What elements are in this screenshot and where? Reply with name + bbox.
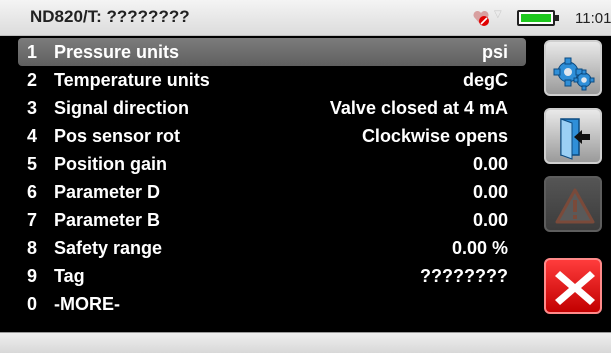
row-value: Clockwise opens [361,126,508,146]
clock: 11:01 [575,10,611,27]
row-number: 7 [27,210,38,230]
param-row-pos-sensor-rot[interactable]: 4 Pos sensor rot Clockwise opens [18,122,526,150]
row-value: Valve closed at 4 mA [329,98,508,118]
row-number: 1 [27,42,38,62]
row-label: Position gain [54,154,168,174]
row-number: 5 [27,154,38,174]
exit-button[interactable] [544,108,602,164]
param-row-parameter-b[interactable]: 7 Parameter B 0.00 [18,206,526,234]
param-row-safety-range[interactable]: 8 Safety range 0.00 % [18,234,526,262]
row-label: Safety range [54,238,163,258]
param-row-parameter-d[interactable]: 6 Parameter D 0.00 [18,178,526,206]
warning-button[interactable] [544,176,602,232]
exit-door-arrow-icon [560,118,590,160]
param-row-pressure-units[interactable]: 1 Pressure units psi [18,38,526,66]
row-value: 0.00 [472,154,508,174]
row-value: psi [481,42,508,62]
row-label: Parameter B [54,210,161,230]
row-value: degC [463,70,508,90]
no-heartbeat-icon [473,10,489,26]
row-number: 2 [27,70,38,90]
row-label: Signal direction [54,98,190,118]
row-number: 3 [27,98,38,118]
row-number: 0 [27,294,38,314]
row-label: -MORE- [54,294,120,314]
param-row-temperature-units[interactable]: 2 Temperature units degC [18,66,526,94]
row-value: 0.00 % [451,238,508,258]
battery-icon [517,10,559,26]
row-label: Pressure units [54,42,180,62]
param-row-position-gain[interactable]: 5 Position gain 0.00 [18,150,526,178]
row-number: 4 [27,126,38,146]
close-button[interactable] [544,258,602,314]
close-x-icon [555,271,595,305]
row-value: 0.00 [472,210,508,230]
param-row-tag[interactable]: 9 Tag ???????? [18,262,526,290]
param-row-signal-direction[interactable]: 3 Signal direction Valve closed at 4 mA [18,94,526,122]
parameter-list: 1 Pressure units psi 2 Temperature units… [18,38,526,318]
row-value: ???????? [420,266,508,286]
row-label: Parameter D [54,182,161,202]
row-label: Temperature units [54,70,210,90]
settings-gears-icon [553,57,595,91]
row-number: 6 [27,182,38,202]
bottom-bar [0,332,611,353]
device-title: ND820/T: ???????? [30,7,190,26]
row-number: 9 [27,266,38,286]
row-value: 0.00 [472,182,508,202]
row-label: Tag [54,266,85,286]
status-bar: ND820/T: ???????? ▽ 11:01 [0,0,611,36]
warning-triangle-icon [555,188,595,224]
param-row-more[interactable]: 0 -MORE- [18,290,526,318]
row-number: 8 [27,238,38,258]
row-label: Pos sensor rot [54,126,181,146]
settings-button[interactable] [544,40,602,96]
signal-indicator-icon: ▽ [494,9,502,20]
